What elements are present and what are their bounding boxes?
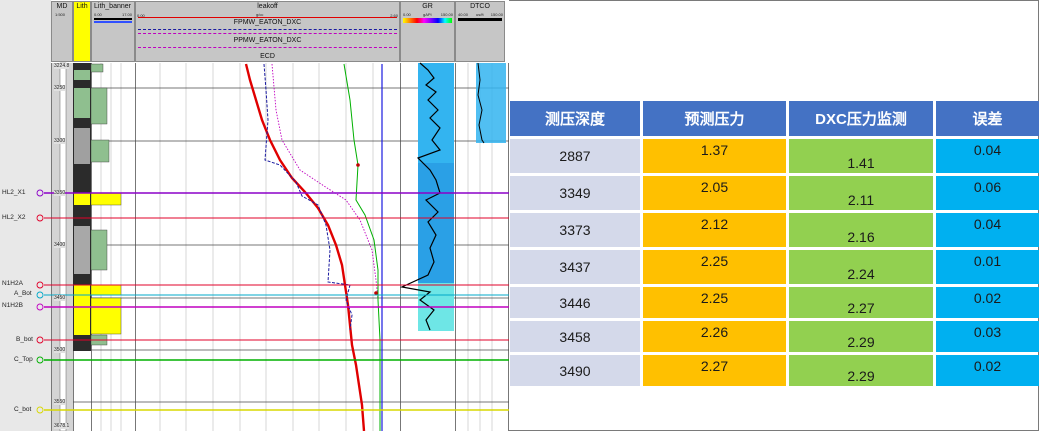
header-predicted: 预测压力 — [643, 101, 786, 136]
depth-top-label: 3224.8 — [54, 63, 70, 69]
cell-predicted: 2.25 — [643, 250, 786, 284]
cell-error: 0.04 — [936, 139, 1039, 173]
cell-dxc: 1.41 — [789, 139, 933, 173]
depth-tick: 3350 — [54, 190, 66, 196]
cell-predicted: 2.12 — [643, 213, 786, 247]
cell-dxc: 2.24 — [789, 250, 933, 284]
well-top-n1h2a[interactable]: N1H2A — [2, 280, 23, 288]
cell-depth: 3373 — [510, 213, 640, 247]
cell-dxc: 2.11 — [789, 176, 933, 210]
cell-error: 0.03 — [936, 321, 1039, 352]
cell-predicted: 2.27 — [643, 355, 786, 386]
cell-error: 0.02 — [936, 355, 1039, 386]
cell-error: 0.02 — [936, 287, 1039, 318]
depth-tick: 3250 — [54, 85, 66, 91]
well-log-panel: MD 1:500 Lith Lith_banner 0.00 17.00 lea… — [0, 0, 509, 431]
well-top-hl2-x2[interactable]: HL2_X2 — [2, 214, 26, 222]
header-dxc: DXC压力监测 — [789, 101, 933, 136]
well-top-a-bot[interactable]: A_Bot — [14, 290, 32, 298]
depth-tick: 3500 — [54, 347, 66, 353]
cell-error: 0.01 — [936, 250, 1039, 284]
well-top-n1h2b[interactable]: N1H2B — [2, 302, 23, 310]
depth-tick: 3450 — [54, 295, 66, 301]
cell-depth: 3446 — [510, 287, 640, 318]
cell-predicted: 2.25 — [643, 287, 786, 318]
header-error: 误差 — [936, 101, 1039, 136]
log-curves-canvas — [36, 62, 509, 431]
cell-depth: 2887 — [510, 139, 640, 173]
well-top-hl2-x1[interactable]: HL2_X1 — [2, 189, 26, 197]
depth-tick: 3300 — [54, 138, 66, 144]
cell-predicted: 2.05 — [643, 176, 786, 210]
cell-predicted: 2.26 — [643, 321, 786, 352]
well-top-b-bot[interactable]: B_bot — [16, 336, 33, 344]
cell-depth: 3437 — [510, 250, 640, 284]
cell-dxc: 2.16 — [789, 213, 933, 247]
cell-error: 0.06 — [936, 176, 1039, 210]
depth-bottom-label: 3678.1 — [54, 423, 70, 429]
cell-dxc: 2.29 — [789, 321, 933, 352]
depth-tick: 3550 — [54, 399, 66, 405]
cell-predicted: 1.37 — [643, 139, 786, 173]
well-top-c-bot[interactable]: C_bot — [14, 406, 31, 414]
header-depth: 测压深度 — [510, 101, 640, 136]
depth-tick: 3400 — [54, 242, 66, 248]
cell-dxc: 2.27 — [789, 287, 933, 318]
cell-dxc: 2.29 — [789, 355, 933, 386]
cell-depth: 3458 — [510, 321, 640, 352]
cell-depth: 3490 — [510, 355, 640, 386]
cell-error: 0.04 — [936, 213, 1039, 247]
cell-depth: 3349 — [510, 176, 640, 210]
well-top-c-top[interactable]: C_Top — [14, 356, 33, 364]
